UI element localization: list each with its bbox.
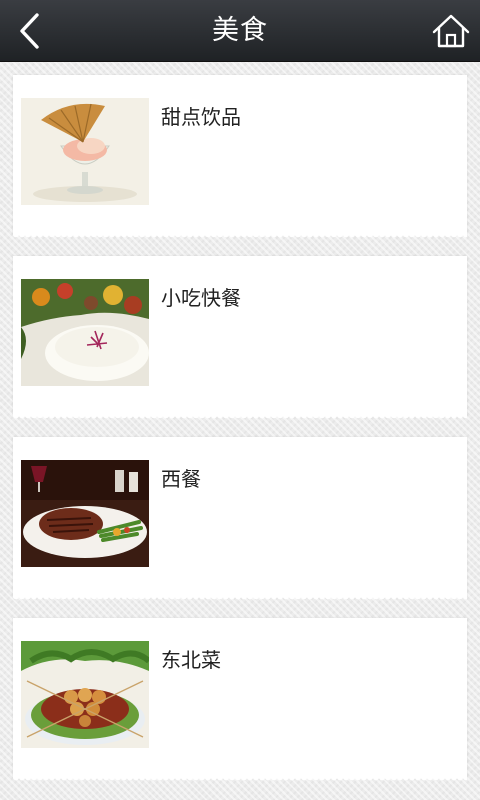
category-item-northeast[interactable]: 东北菜 xyxy=(13,618,467,783)
category-item-snacks[interactable]: 小吃快餐 xyxy=(13,256,467,421)
skewers-photo xyxy=(21,641,149,748)
category-label: 小吃快餐 xyxy=(161,286,241,310)
rice-plate-photo xyxy=(21,279,149,386)
category-label: 西餐 xyxy=(161,467,201,491)
steak-plate-photo xyxy=(21,460,149,567)
dessert-photo xyxy=(21,98,149,205)
page-title: 美食 xyxy=(212,15,268,46)
home-icon xyxy=(432,14,470,48)
category-label: 东北菜 xyxy=(161,648,221,672)
home-button[interactable] xyxy=(430,10,472,52)
category-item-western[interactable]: 西餐 xyxy=(13,437,467,602)
category-item-desserts[interactable]: 甜点饮品 xyxy=(13,75,467,240)
category-list: 甜点饮品 小吃快餐 西餐 东北菜 xyxy=(13,75,467,799)
top-bar: 美食 xyxy=(0,0,480,62)
category-label: 甜点饮品 xyxy=(161,105,241,129)
